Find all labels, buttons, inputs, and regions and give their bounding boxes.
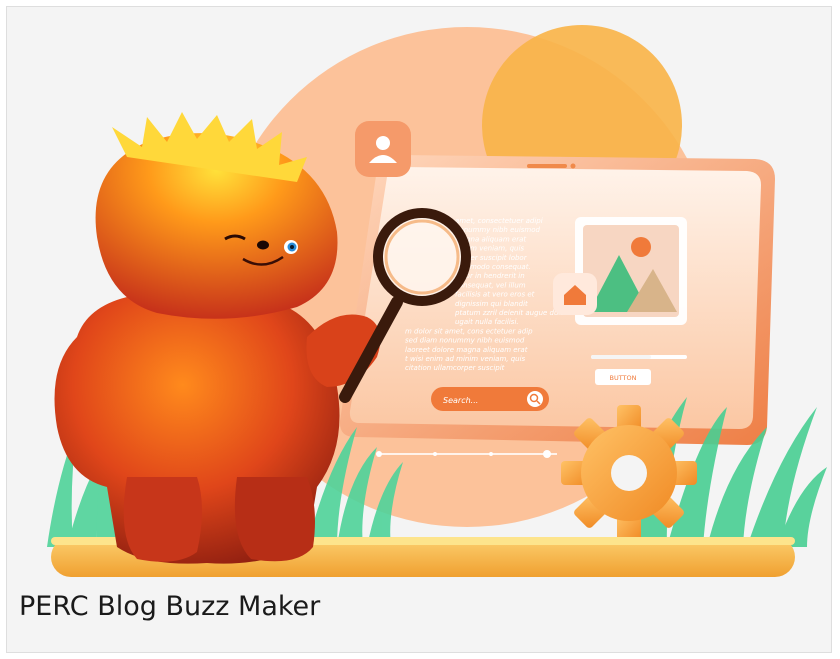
screen-body-line: ugait nulla facilisi.: [455, 318, 519, 326]
home-icon[interactable]: [553, 273, 597, 315]
screen-button-label: BUTTON: [609, 374, 636, 382]
screen-body-line: laoreet dolore magna aliquam erat: [405, 346, 528, 354]
screen-body-line: ptatum zzril delenit augue duis: [454, 309, 564, 317]
screen-button[interactable]: BUTTON: [595, 369, 651, 385]
screen-body-line: facilisis at vero eros et: [455, 291, 535, 299]
screen-search-bar[interactable]: Search...: [431, 387, 549, 411]
screen-body-line: consequat, vel illum: [455, 281, 526, 289]
image-sun-icon: [631, 237, 651, 257]
screen-body-line: dignissim qui blandit: [455, 300, 528, 308]
screen-body-line: citation ullamcorper suscipit: [405, 364, 505, 372]
screen-body-line: t wisi enim ad minim veniam, quis: [405, 355, 526, 363]
search-icon[interactable]: [527, 391, 543, 407]
nose: [257, 240, 269, 250]
screen-body-line: amet, consectetuer adipi: [455, 217, 543, 225]
gear-icon: [561, 405, 697, 541]
blog-card[interactable]: amet, consectetuer adipi nonummy nibh eui…: [6, 6, 832, 653]
card-title[interactable]: PERC Blog Buzz Maker: [19, 591, 320, 622]
screen-body-line: nonummy nibh euismod: [455, 226, 541, 234]
screen-body-line: sed diam nonummy nibh euismod: [405, 337, 525, 345]
user-icon[interactable]: [355, 121, 411, 177]
hero-illustration: amet, consectetuer adipinonummy nibh eui…: [47, 25, 827, 577]
screen-body-line: m dolor sit amet, cons ectetuer adip: [405, 327, 533, 335]
search-placeholder: Search...: [443, 396, 478, 405]
